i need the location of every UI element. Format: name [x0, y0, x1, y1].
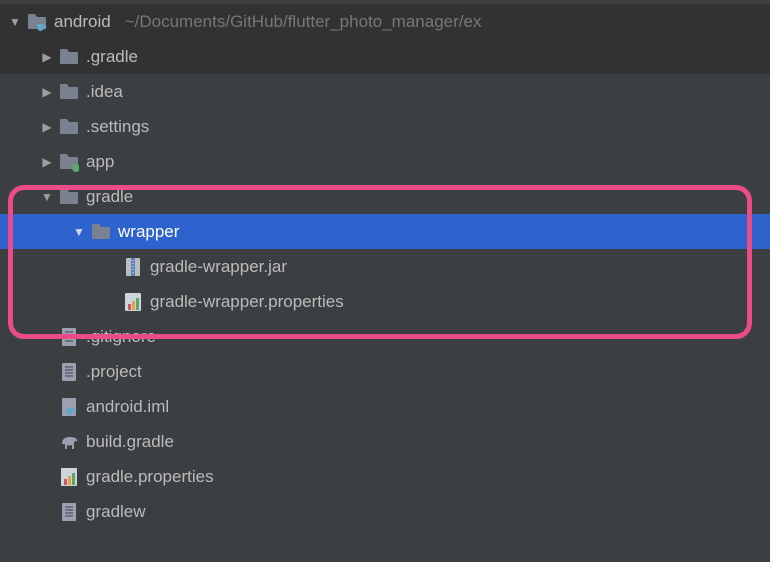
text-file-icon	[58, 326, 80, 348]
module-folder-icon	[26, 11, 48, 33]
disclosure-arrow-right-icon[interactable]: ▶	[38, 155, 56, 169]
disclosure-arrow-right-icon[interactable]: ▶	[38, 85, 56, 99]
tree-item-label: .idea	[86, 82, 123, 102]
tree-item-label: .settings	[86, 117, 149, 137]
module-file-icon	[58, 396, 80, 418]
text-file-icon	[58, 501, 80, 523]
properties-file-icon	[122, 291, 144, 313]
tree-item-idea[interactable]: ▶ .idea	[0, 74, 770, 109]
excluded-folder-icon	[58, 46, 80, 68]
tree-item-build-gradle[interactable]: build.gradle	[0, 424, 770, 459]
tree-item-label: android	[54, 12, 111, 32]
disclosure-arrow-down-icon[interactable]: ▼	[6, 15, 24, 29]
tree-item-label: app	[86, 152, 114, 172]
tree-item-label: android.iml	[86, 397, 169, 417]
tree-item-gradle[interactable]: ▼ gradle	[0, 179, 770, 214]
tree-item-label: .project	[86, 362, 142, 382]
tree-item-wrapper[interactable]: ▼ wrapper	[0, 214, 770, 249]
tree-item-settings[interactable]: ▶ .settings	[0, 109, 770, 144]
module-folder-icon	[58, 151, 80, 173]
folder-icon	[58, 81, 80, 103]
disclosure-arrow-down-icon[interactable]: ▼	[38, 190, 56, 204]
tree-item-app[interactable]: ▶ app	[0, 144, 770, 179]
tree-item-android[interactable]: ▼ android ~/Documents/GitHub/flutter_pho…	[0, 4, 770, 39]
tree-item-label: gradle-wrapper.jar	[150, 257, 287, 277]
tree-item-label: gradle	[86, 187, 133, 207]
folder-icon	[58, 116, 80, 138]
tree-item-gitignore[interactable]: .gitignore	[0, 319, 770, 354]
tree-item-wrapper-jar[interactable]: gradle-wrapper.jar	[0, 249, 770, 284]
tree-item-label: .gitignore	[86, 327, 156, 347]
tree-item-project[interactable]: .project	[0, 354, 770, 389]
tree-item-gradlew[interactable]: gradlew	[0, 494, 770, 529]
tree-item-label: wrapper	[118, 222, 179, 242]
tree-item-gradle-dir[interactable]: ▶ .gradle	[0, 39, 770, 74]
tree-item-wrapper-properties[interactable]: gradle-wrapper.properties	[0, 284, 770, 319]
text-file-icon	[58, 361, 80, 383]
disclosure-arrow-right-icon[interactable]: ▶	[38, 120, 56, 134]
tree-item-label: gradle-wrapper.properties	[150, 292, 344, 312]
disclosure-arrow-right-icon[interactable]: ▶	[38, 50, 56, 64]
tree-item-label: build.gradle	[86, 432, 174, 452]
disclosure-arrow-down-icon[interactable]: ▼	[70, 225, 88, 239]
gradle-file-icon	[58, 431, 80, 453]
archive-file-icon	[122, 256, 144, 278]
tree-item-label: gradlew	[86, 502, 146, 522]
tree-item-label: gradle.properties	[86, 467, 214, 487]
tree-item-android-iml[interactable]: android.iml	[0, 389, 770, 424]
tree-item-gradle-properties[interactable]: gradle.properties	[0, 459, 770, 494]
folder-icon	[58, 186, 80, 208]
tree-item-label: .gradle	[86, 47, 138, 67]
properties-file-icon	[58, 466, 80, 488]
tree-item-path: ~/Documents/GitHub/flutter_photo_manager…	[125, 12, 482, 32]
folder-icon	[90, 221, 112, 243]
project-tree: ▼ android ~/Documents/GitHub/flutter_pho…	[0, 0, 770, 529]
